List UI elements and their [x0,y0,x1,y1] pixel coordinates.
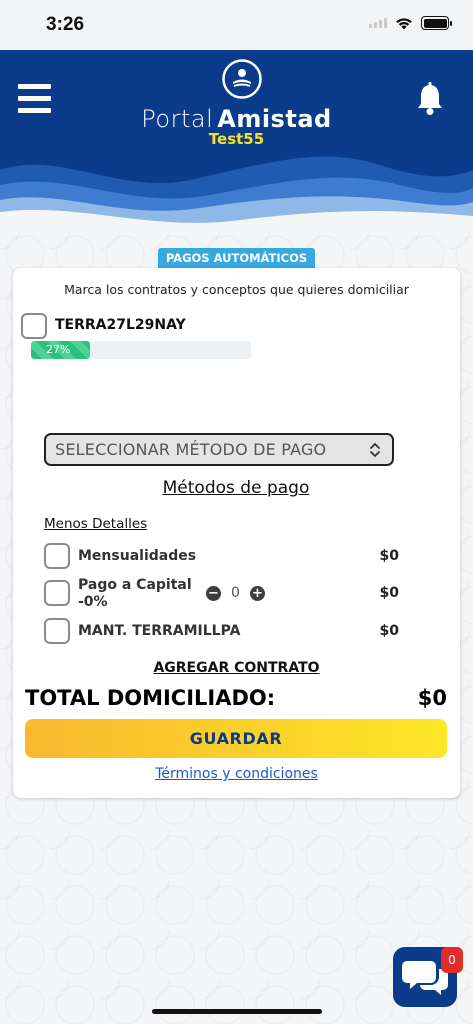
autopay-card: Marca los contratos y conceptos que quie… [13,268,460,798]
increment-icon[interactable]: + [249,585,265,601]
wifi-icon [396,18,412,30]
less-details-link[interactable]: Menos Detalles [44,516,147,532]
contract-code: TERRA27L29NAY [55,317,186,333]
concept-amount-mantenimiento: $0 [379,623,399,639]
add-contract-link[interactable]: AGREGAR CONTRATO [13,660,460,676]
concept-checkbox-pago-capital[interactable] [44,580,70,606]
capital-stepper-value: 0 [231,585,240,601]
contract-progress-fill: 27% [31,341,91,359]
battery-icon [421,16,452,30]
contract-progress-bar: 27% [31,341,251,359]
save-button[interactable]: GUARDAR [25,719,447,758]
terms-link[interactable]: Términos y condiciones [13,766,460,782]
status-bar: 3:26 [0,0,473,50]
concept-amount-pago-capital: $0 [379,585,399,601]
status-time: 3:26 [46,14,85,35]
concept-label-pago-capital: Pago a Capital -0% [78,577,192,611]
brand-subtitle: Test55 [208,130,265,148]
portal-logo-icon [222,59,262,99]
section-tag: PAGOS AUTOMÁTICOS [158,248,315,269]
instructions-text: Marca los contratos y conceptos que quie… [64,282,409,297]
payment-methods-link[interactable]: Métodos de pago [31,478,441,498]
select-chevrons-icon [370,443,380,457]
payment-method-placeholder: SELECCIONAR MÉTODO DE PAGO [55,440,327,459]
app-header: Portal Amistad Test55 [0,50,473,230]
contract-checkbox[interactable] [21,313,47,339]
decrement-icon[interactable]: − [206,585,221,601]
total-label: TOTAL DOMICILIADO: [25,686,276,710]
concept-label-mantenimiento: MANT. TERRAMILLPA [78,623,241,639]
brand-title: Portal Amistad [0,105,473,133]
bell-icon[interactable] [415,82,445,116]
concept-label-mensualidades: Mensualidades [78,548,197,564]
concept-label-pago-capital-line1: Pago a Capital [78,577,192,593]
payment-method-select[interactable]: SELECCIONAR MÉTODO DE PAGO [44,433,394,466]
capital-stepper: − 0 + [206,585,265,601]
status-icons [369,16,452,30]
concept-amount-mensualidades: $0 [379,548,399,564]
cellular-signal-icon [369,18,387,28]
header-waves [0,156,473,230]
brand-title-light: Portal [141,105,214,133]
home-indicator [152,1009,322,1014]
concept-checkbox-mensualidades[interactable] [44,543,70,569]
total-value: $0 [417,686,447,710]
chat-badge: 0 [441,947,463,973]
brand-title-bold: Amistad [217,105,332,133]
concept-checkbox-mantenimiento[interactable] [44,618,70,644]
concept-label-pago-capital-line2: -0% [78,594,108,610]
